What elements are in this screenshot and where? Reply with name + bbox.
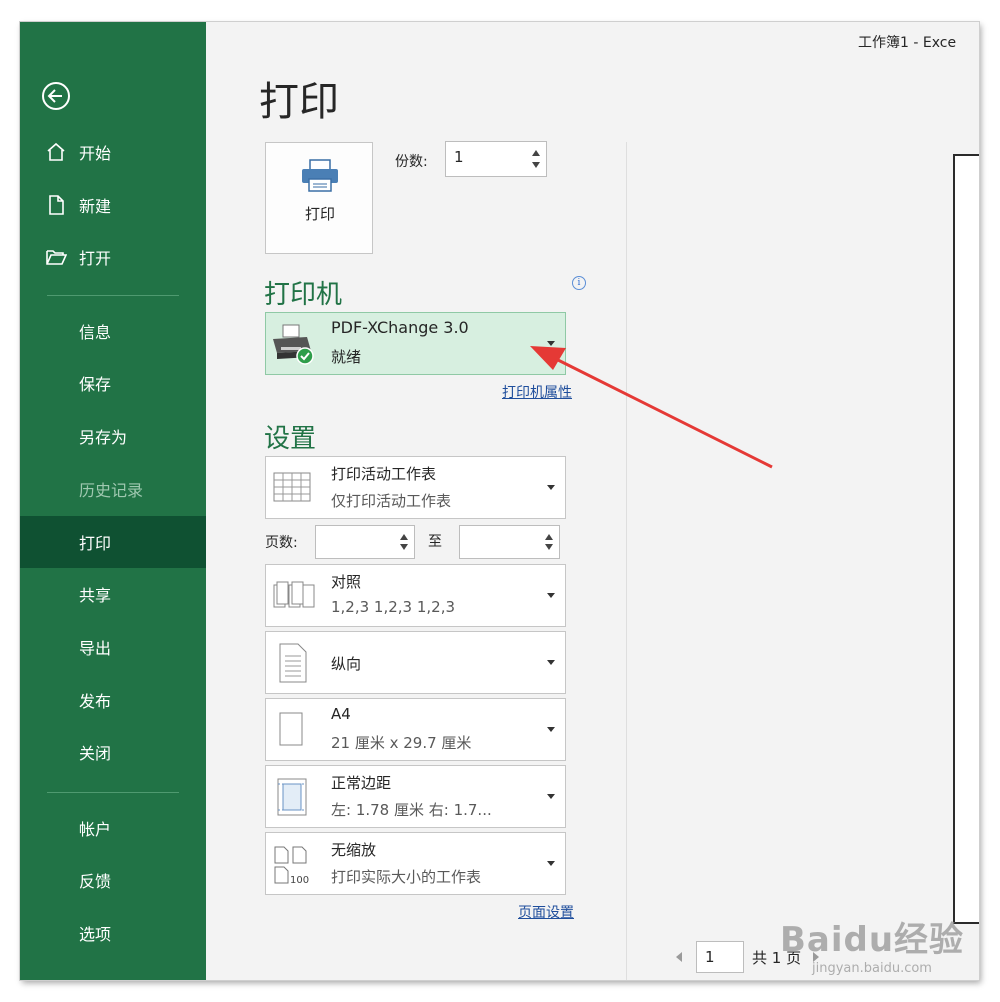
annotation-arrow-icon [530, 346, 773, 469]
